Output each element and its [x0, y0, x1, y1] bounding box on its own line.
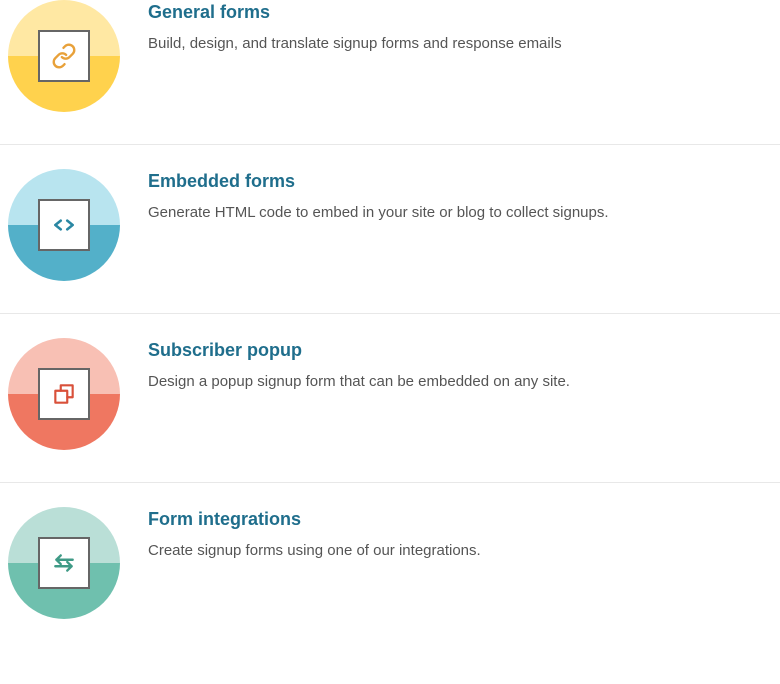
signup-forms-option-list: General forms Build, design, and transla… [0, 0, 780, 651]
option-description: Design a popup signup form that can be e… [148, 371, 772, 392]
integrations-icon [8, 507, 120, 619]
option-text: Embedded forms Generate HTML code to emb… [148, 169, 772, 223]
option-description: Create signup forms using one of our int… [148, 540, 772, 561]
option-title: Embedded forms [148, 171, 772, 192]
option-title: Subscriber popup [148, 340, 772, 361]
popup-icon [8, 338, 120, 450]
code-icon [8, 169, 120, 281]
option-description: Build, design, and translate signup form… [148, 33, 772, 54]
option-title: General forms [148, 2, 772, 23]
option-embedded-forms[interactable]: Embedded forms Generate HTML code to emb… [0, 145, 780, 314]
option-subscriber-popup[interactable]: Subscriber popup Design a popup signup f… [0, 314, 780, 483]
option-title: Form integrations [148, 509, 772, 530]
link-icon [8, 0, 120, 112]
option-text: General forms Build, design, and transla… [148, 0, 772, 54]
option-general-forms[interactable]: General forms Build, design, and transla… [0, 0, 780, 145]
option-text: Subscriber popup Design a popup signup f… [148, 338, 772, 392]
option-form-integrations[interactable]: Form integrations Create signup forms us… [0, 483, 780, 651]
option-description: Generate HTML code to embed in your site… [148, 202, 772, 223]
option-text: Form integrations Create signup forms us… [148, 507, 772, 561]
